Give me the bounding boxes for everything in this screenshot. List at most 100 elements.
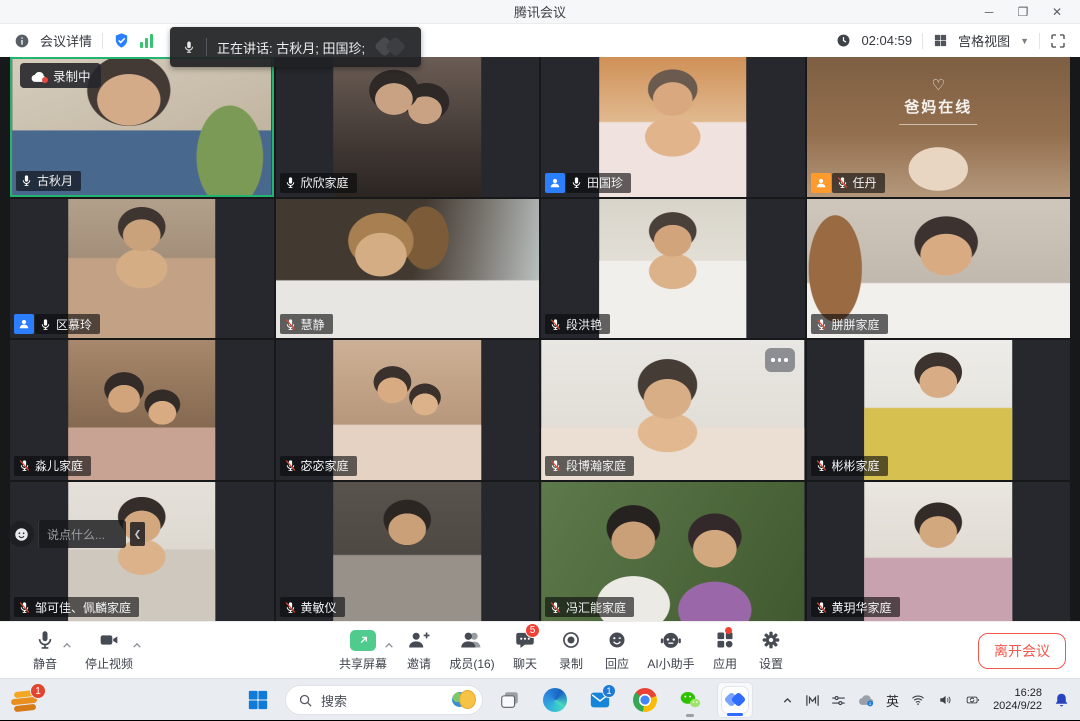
- record-button[interactable]: 录制: [548, 627, 594, 672]
- task-view-button[interactable]: [492, 682, 528, 718]
- participant-label: 黄玥华家庭: [811, 597, 900, 617]
- video-tile[interactable]: 冯汇能家庭: [541, 482, 805, 622]
- mute-button[interactable]: 静音: [16, 627, 74, 672]
- language-indicator[interactable]: 英: [886, 691, 899, 710]
- participant-name: 黄敏仪: [301, 599, 337, 616]
- video-tile[interactable]: 黄敏仪: [276, 482, 540, 622]
- chevron-up-icon[interactable]: [62, 636, 72, 654]
- meeting-toolbar: 会议详情 02:04:59 宫格视图 ▼: [0, 24, 1080, 57]
- windows-logo-icon: [247, 689, 269, 711]
- widgets-weather-icon[interactable]: 1: [8, 683, 46, 717]
- chat-button[interactable]: 聊天 5: [502, 627, 548, 672]
- chevron-up-icon[interactable]: [384, 636, 394, 654]
- video-tile[interactable]: 段博瀚家庭: [541, 340, 805, 480]
- video-tile[interactable]: 田国珍: [541, 57, 805, 197]
- members-button[interactable]: 成员(16): [442, 627, 502, 672]
- mic-on-icon: [39, 318, 52, 331]
- apps-button[interactable]: 应用: [702, 627, 748, 672]
- participant-label: 胼胼家庭: [811, 314, 888, 334]
- tray-chevron-up-icon[interactable]: [781, 694, 794, 707]
- mixer-sliders-icon[interactable]: [831, 693, 846, 708]
- camera-icon: [99, 629, 119, 651]
- window-title: 腾讯会议: [0, 2, 1080, 21]
- record-icon: [561, 629, 581, 651]
- video-tile[interactable]: 宓宓家庭: [276, 340, 540, 480]
- battery-saver-icon[interactable]: [964, 693, 982, 707]
- leave-meeting-button[interactable]: 离开会议: [978, 633, 1066, 669]
- divider: [206, 38, 207, 56]
- mic-muted-icon: [549, 601, 562, 614]
- active-speaker-toast: 正在讲话: 古秋月; 田国珍;: [170, 27, 421, 67]
- mic-muted-icon: [815, 318, 828, 331]
- input-method-icon[interactable]: [805, 693, 820, 708]
- mail-unread-badge: 1: [602, 684, 616, 698]
- tencent-meeting-app-button[interactable]: [717, 682, 753, 718]
- mic-on-icon: [284, 176, 297, 189]
- view-mode-selector[interactable]: 宫格视图: [958, 31, 1010, 50]
- security-shield-icon[interactable]: [113, 32, 130, 49]
- share-screen-button[interactable]: 共享屏幕: [330, 627, 396, 672]
- video-tile[interactable]: 区慕玲: [10, 199, 274, 339]
- participant-label: 任丹: [811, 173, 885, 193]
- video-tile[interactable]: 邹可佳、佩麟家庭: [10, 482, 274, 622]
- network-signal-icon[interactable]: [140, 34, 153, 48]
- taskbar-search-input[interactable]: 搜索: [285, 685, 483, 715]
- chat-message-input[interactable]: 说点什么...: [38, 520, 126, 548]
- recording-label: 录制中: [53, 66, 91, 85]
- tile-more-options-icon[interactable]: [765, 348, 795, 372]
- participant-name: 邹可佳、佩麟家庭: [35, 599, 131, 616]
- participant-label: 段洪艳: [545, 314, 610, 334]
- mic-muted-icon: [549, 459, 562, 472]
- grid-view-icon: [933, 33, 948, 48]
- chrome-browser-button[interactable]: [627, 682, 663, 718]
- fullscreen-icon[interactable]: [1050, 33, 1066, 49]
- reactions-button[interactable]: 回应: [594, 627, 640, 672]
- stop-video-button[interactable]: 停止视频: [74, 627, 144, 672]
- meeting-details-link[interactable]: 会议详情: [40, 31, 92, 50]
- volume-icon[interactable]: [937, 693, 953, 707]
- brand-logo-text: 爸妈在线: [904, 96, 972, 117]
- mic-muted-icon: [18, 459, 31, 472]
- recording-badge[interactable]: 录制中: [20, 63, 101, 88]
- participant-label: 黄敏仪: [280, 597, 345, 617]
- video-tile[interactable]: 彬彬家庭: [807, 340, 1071, 480]
- video-tile[interactable]: 慧静: [276, 199, 540, 339]
- chat-quick-input: 说点什么... ❮: [8, 520, 145, 548]
- mail-button[interactable]: 1: [582, 682, 618, 718]
- participant-name: 区慕玲: [56, 316, 92, 333]
- video-tile[interactable]: 段洪艳: [541, 199, 805, 339]
- emoji-icon[interactable]: [8, 521, 34, 547]
- settings-button[interactable]: 设置: [748, 627, 794, 672]
- participant-name: 宓宓家庭: [301, 457, 349, 474]
- participant-label: 田国珍: [545, 173, 631, 193]
- invite-button[interactable]: 邀请: [396, 627, 442, 672]
- wechat-button[interactable]: [672, 682, 708, 718]
- video-tile[interactable]: 淼儿家庭: [10, 340, 274, 480]
- participant-label: 慧静: [280, 314, 333, 334]
- start-button[interactable]: [240, 682, 276, 718]
- taskbar-clock[interactable]: 16:28 2024/9/22: [993, 687, 1042, 713]
- participant-name: 淼儿家庭: [35, 457, 83, 474]
- participant-name: 彬彬家庭: [832, 457, 880, 474]
- video-tile[interactable]: 欣欣家庭: [276, 57, 540, 197]
- chevron-down-icon[interactable]: ▼: [1020, 36, 1029, 46]
- notifications-bell-icon[interactable]: [1053, 692, 1070, 709]
- video-tile[interactable]: 黄玥华家庭: [807, 482, 1071, 622]
- heart-logo-icon: ♡: [932, 79, 945, 93]
- invite-person-icon: [407, 629, 430, 651]
- video-tile[interactable]: ♡ 爸妈在线 任丹: [807, 57, 1071, 197]
- cloud-sync-icon[interactable]: [857, 693, 875, 707]
- chat-unread-badge: 5: [525, 623, 540, 638]
- ai-assistant-button[interactable]: AI小助手: [640, 627, 702, 672]
- mic-muted-icon: [18, 601, 31, 614]
- close-icon[interactable]: ✕: [1040, 0, 1074, 24]
- mic-muted-icon: [284, 318, 297, 331]
- edge-browser-button[interactable]: [537, 682, 573, 718]
- wifi-icon[interactable]: [910, 693, 926, 707]
- chevron-up-icon[interactable]: [132, 636, 142, 654]
- minimize-icon[interactable]: ─: [972, 0, 1006, 24]
- collapse-chat-icon[interactable]: ❮: [130, 522, 145, 546]
- maximize-icon[interactable]: ❐: [1006, 0, 1040, 24]
- divider: [102, 33, 103, 49]
- video-tile[interactable]: 胼胼家庭: [807, 199, 1071, 339]
